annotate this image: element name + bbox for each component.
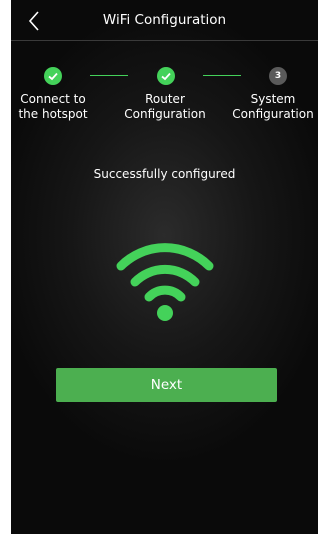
step-2-indicator [157, 67, 175, 85]
header-bar: WiFi Configuration [11, 0, 318, 41]
step-3-label: System Configuration [232, 92, 314, 121]
next-button[interactable]: Next [56, 368, 277, 402]
step-3-indicator: 3 [269, 67, 287, 85]
step-connector-1 [90, 75, 128, 76]
step-1-indicator [44, 67, 62, 85]
wifi-icon [116, 243, 214, 321]
check-icon [48, 72, 58, 81]
page-title: WiFi Configuration [102, 12, 227, 28]
step-1-label: Connect to the hotspot [18, 92, 88, 121]
app-screen: WiFi Configuration 3 Connect to the hotsp… [11, 0, 318, 534]
step-2-label: Router Configuration [124, 92, 206, 121]
step-connector-2 [203, 75, 241, 76]
status-message: Successfully configured [93, 167, 236, 181]
check-icon [161, 72, 171, 81]
